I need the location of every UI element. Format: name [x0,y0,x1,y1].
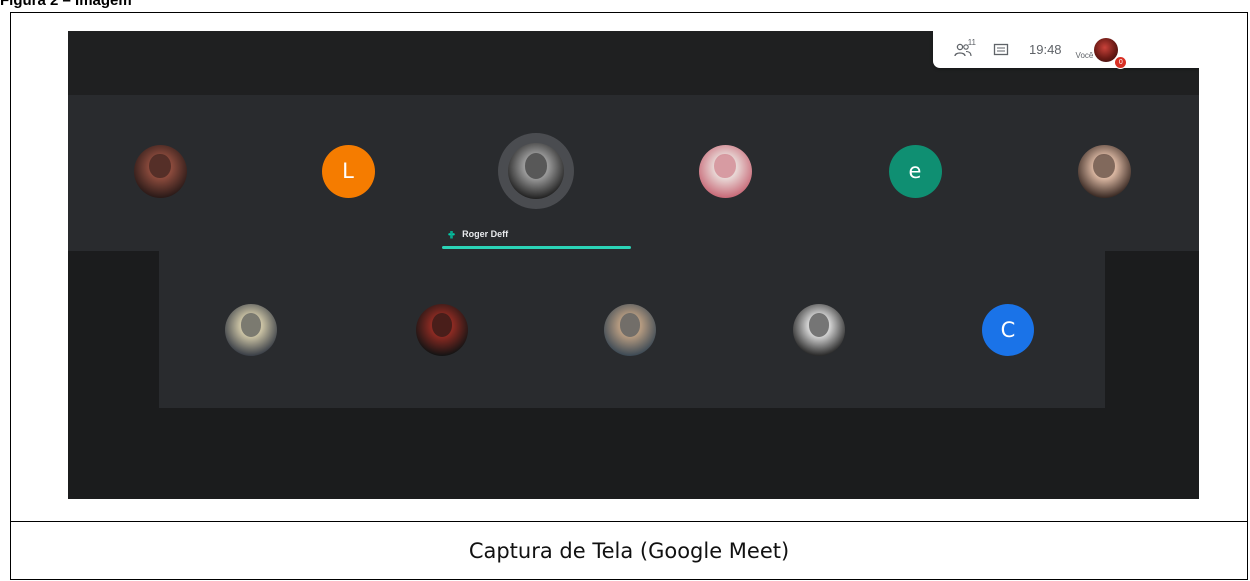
active-speaker-label: •||• Roger Deff [448,229,508,239]
participant-initial: e [908,159,922,183]
figure-caption: Captura de Tela (Google Meet) [468,539,790,563]
active-speaker-name: Roger Deff [462,229,509,239]
participant-photo-avatar[interactable] [416,304,468,356]
participant-photo-avatar[interactable] [225,304,277,356]
chat-icon[interactable] [987,39,1015,61]
you-label: Você [1075,51,1094,60]
participant-initial: L [342,159,354,183]
participant-photo-icon [149,154,171,179]
participant-letter-avatar[interactable]: C [982,304,1034,356]
participant-grid-row-1 [68,95,1199,251]
participant-photo-icon [808,313,830,338]
participant-photo-icon [1093,154,1115,179]
participant-photo-avatar[interactable] [508,143,564,199]
document-heading: Figura 2 – Imagem [0,0,132,8]
active-speaker-bar [442,246,631,249]
meeting-clock: 19:48 [1029,42,1062,57]
notification-badge: 0 [1114,55,1128,69]
meet-controls-bar: 11 19:48 Você 0 [933,31,1199,69]
people-icon[interactable]: 11 [949,37,977,61]
participant-photo-icon [431,313,453,338]
participant-count: 11 [967,37,976,47]
audio-wave-icon: •||• [448,229,455,239]
participant-photo-icon [714,154,736,179]
participant-initial: C [1000,318,1016,342]
chat-icon-glyph [993,43,1009,55]
participant-letter-avatar[interactable]: e [888,144,942,198]
participant-photo-avatar[interactable] [793,304,845,356]
participant-photo-icon [240,313,262,338]
participant-photo-avatar[interactable] [133,144,187,198]
participant-photo-icon [524,153,548,179]
participant-photo-avatar[interactable] [698,144,752,198]
participant-photo-avatar[interactable] [1077,144,1131,198]
participant-photo-icon [619,313,641,338]
participant-photo-avatar[interactable] [604,304,656,356]
participant-letter-avatar[interactable]: L [321,144,375,198]
self-avatar[interactable]: 0 [1094,37,1128,69]
meet-screen: 11 19:48 Você 0 •||• Roger Deff Le C [68,31,1199,499]
